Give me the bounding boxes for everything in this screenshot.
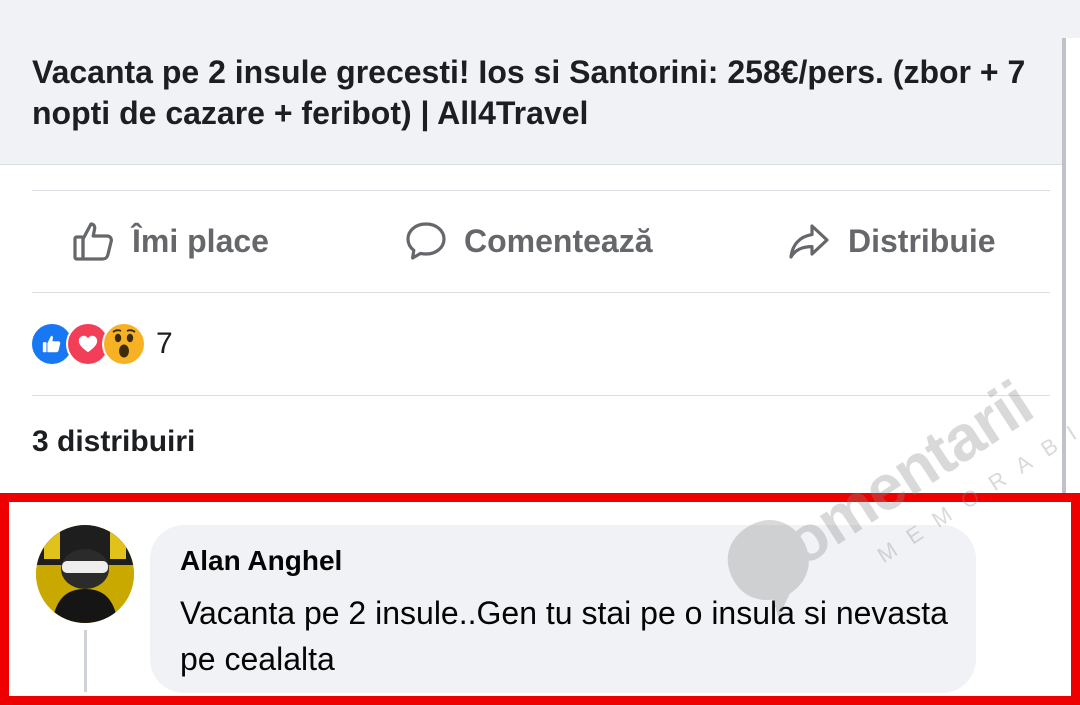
divider <box>32 395 1050 396</box>
like-button[interactable]: Îmi place <box>70 190 269 292</box>
reaction-count: 7 <box>156 327 173 360</box>
like-label: Îmi place <box>132 222 269 259</box>
share-label: Distribuie <box>848 222 996 259</box>
share-count[interactable]: 3 distribuiri <box>32 425 195 459</box>
thumbs-up-icon <box>73 222 113 261</box>
comment-text: Vacanta pe 2 insule..Gen tu stai pe o in… <box>180 595 948 677</box>
thread-line <box>84 630 87 692</box>
comment-button[interactable]: Comentează <box>402 190 653 292</box>
comment-bubble-icon <box>406 222 446 260</box>
comment-label: Comentează <box>464 222 653 259</box>
share-button[interactable]: Distribuie <box>784 190 996 292</box>
post-actions-bar: Îmi place Comentează Distribuie <box>0 190 1062 292</box>
share-arrow-icon <box>789 224 829 259</box>
wow-reaction-icon <box>102 322 146 366</box>
reactions-summary[interactable]: 7 <box>30 322 173 366</box>
divider <box>32 292 1050 293</box>
comment-author[interactable]: Alan Anghel <box>180 545 342 577</box>
avatar[interactable] <box>36 525 134 623</box>
link-preview-title[interactable]: Vacanta pe 2 insule grecesti! Ios si San… <box>32 52 1032 134</box>
top-strip <box>0 0 1080 38</box>
